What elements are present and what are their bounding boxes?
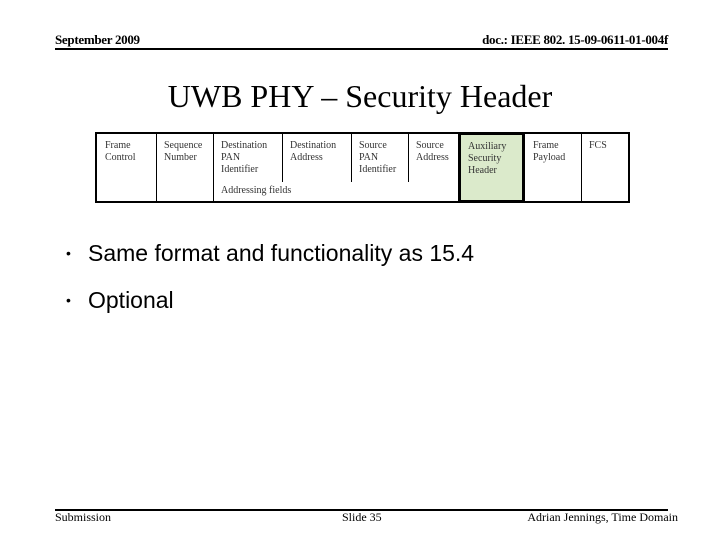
bullet-item: • Optional — [66, 278, 474, 325]
header-rule — [55, 48, 668, 50]
field-source-address: Source Address — [416, 140, 449, 163]
footer-author: Adrian Jennings, Time Domain — [527, 510, 678, 524]
field-auxiliary-security-header: Auxiliary Security Header — [458, 132, 525, 203]
header-doc-id: doc.: IEEE 802. 15-09-0611-01-004f — [482, 32, 668, 47]
header-date: September 2009 — [55, 32, 140, 47]
field-source-pan-identifier: Source PAN Identifier — [359, 140, 397, 175]
footer-submission: Submission — [55, 510, 112, 524]
field-destination-pan-identifier: Destination PAN Identifier — [221, 140, 268, 175]
slide-title: UWB PHY – Security Header — [167, 78, 553, 114]
bullet-text: Same format and functionality as 15.4 — [88, 240, 475, 266]
footer-slide-number: Slide 35 — [342, 510, 382, 524]
bullet-icon: • — [66, 245, 71, 261]
addressing-fields-label: Addressing fields — [221, 185, 292, 196]
bullet-list: • Same format and functionality as 15.4 … — [66, 231, 474, 325]
bullet-icon: • — [66, 292, 71, 308]
field-frame-payload: Frame Payload — [533, 140, 566, 163]
bullet-text: Optional — [88, 287, 174, 313]
frame-format-table: Frame Control Sequence Number Destinatio… — [95, 132, 630, 203]
bullet-item: • Same format and functionality as 15.4 — [66, 231, 474, 278]
field-destination-address: Destination Address — [290, 140, 337, 163]
field-fcs: FCS — [589, 140, 607, 151]
field-frame-control: Frame Control — [105, 140, 136, 163]
field-sequence-number: Sequence Number — [164, 140, 203, 163]
